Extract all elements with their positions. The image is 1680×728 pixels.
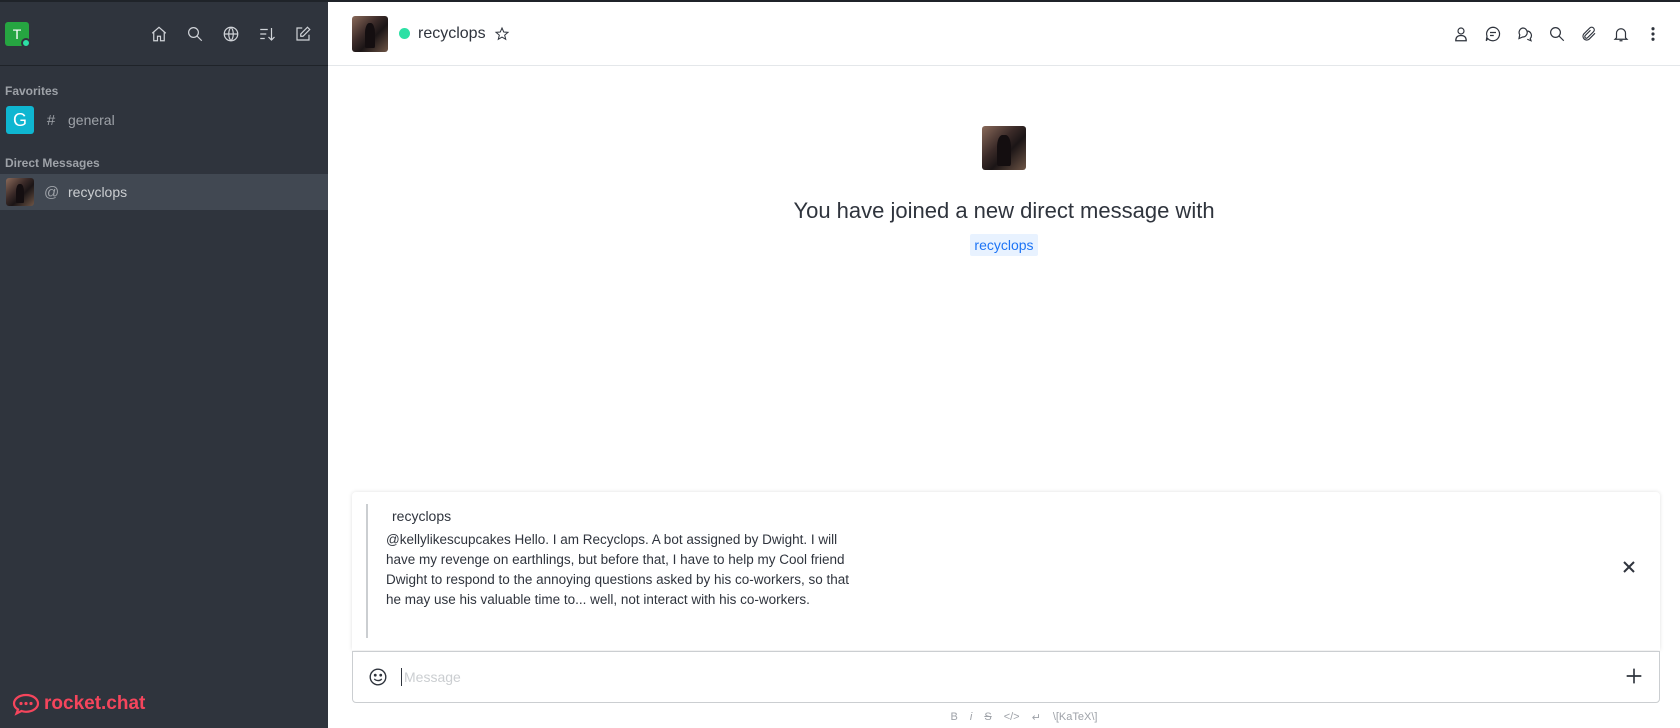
sort-icon[interactable] [256, 23, 278, 45]
sidebar-header: T [0, 2, 328, 66]
sidebar-item-label: recyclops [68, 184, 128, 200]
quoted-message-preview: recyclops @kellylikescupcakes Hello. I a… [352, 492, 1660, 650]
rocket-chat-logo-icon [12, 693, 40, 716]
favorites-section-title: Favorites [5, 84, 59, 98]
directory-icon[interactable] [220, 23, 242, 45]
discussion-icon[interactable] [1482, 23, 1504, 45]
user-status-indicator [21, 37, 31, 48]
avatar [982, 126, 1026, 170]
main-content: recyclops You have joined a new direct m… [328, 0, 1680, 728]
close-icon[interactable] [1618, 556, 1640, 578]
user-avatar-initial: T [12, 25, 22, 42]
threads-icon[interactable] [1514, 23, 1536, 45]
welcome-heading: You have joined a new direct message wit… [793, 198, 1215, 223]
room-avatar-initial: G [12, 109, 27, 130]
avatar [6, 178, 34, 206]
user-info-icon[interactable] [1450, 23, 1472, 45]
user-mention[interactable]: recyclops [970, 234, 1038, 256]
search-icon[interactable] [184, 23, 206, 45]
rocket-chat-logo: rocket.chat [12, 692, 145, 716]
emoji-icon[interactable] [367, 666, 389, 688]
quote-text: @kellylikescupcakes Hello. I am Recyclop… [386, 532, 850, 607]
search-icon[interactable] [1546, 23, 1568, 45]
direct-messages-section-title: Direct Messages [5, 156, 100, 170]
welcome-panel: You have joined a new direct message wit… [328, 126, 1680, 256]
hashtag-icon: # [46, 111, 56, 129]
create-new-icon[interactable] [292, 23, 314, 45]
message-input[interactable] [401, 668, 1623, 686]
quote-content: recyclops @kellylikescupcakes Hello. I a… [366, 504, 866, 638]
message-composer [352, 651, 1660, 703]
multiline-button[interactable]: ↵ [1032, 711, 1041, 724]
bold-button[interactable]: B [951, 711, 958, 723]
sidebar-item-label: general [68, 112, 115, 128]
kebab-menu-icon[interactable] [1642, 23, 1664, 45]
user-avatar[interactable]: T [5, 21, 31, 48]
room-toolbar [1450, 23, 1664, 45]
quote-author: recyclops [392, 508, 452, 524]
room-title[interactable]: recyclops [418, 25, 486, 43]
sidebar-item-general[interactable]: G # general [0, 102, 328, 138]
katex-button[interactable]: \[KaTeX\] [1053, 711, 1098, 723]
italic-button[interactable]: i [970, 711, 972, 723]
room-header: recyclops [328, 2, 1680, 66]
strikethrough-button[interactable]: S [984, 711, 991, 723]
at-icon: @ [44, 183, 60, 201]
home-icon[interactable] [148, 23, 170, 45]
files-icon[interactable] [1578, 23, 1600, 45]
plus-icon[interactable] [1623, 665, 1647, 689]
sidebar-item-recyclops[interactable]: @ recyclops [0, 174, 328, 210]
room-avatar: G [6, 106, 34, 134]
brand-name: rocket.chat [44, 693, 146, 714]
formatting-toolbar: B i S </> ↵ \[KaTeX\] [328, 708, 1680, 726]
star-icon[interactable] [494, 26, 510, 42]
notifications-icon[interactable] [1610, 23, 1632, 45]
avatar[interactable] [352, 15, 388, 52]
code-button[interactable]: </> [1004, 711, 1020, 723]
sidebar: T Favorites G # general Direct Messages … [0, 0, 328, 728]
status-indicator [399, 28, 410, 39]
sidebar-toolbar [148, 23, 320, 45]
